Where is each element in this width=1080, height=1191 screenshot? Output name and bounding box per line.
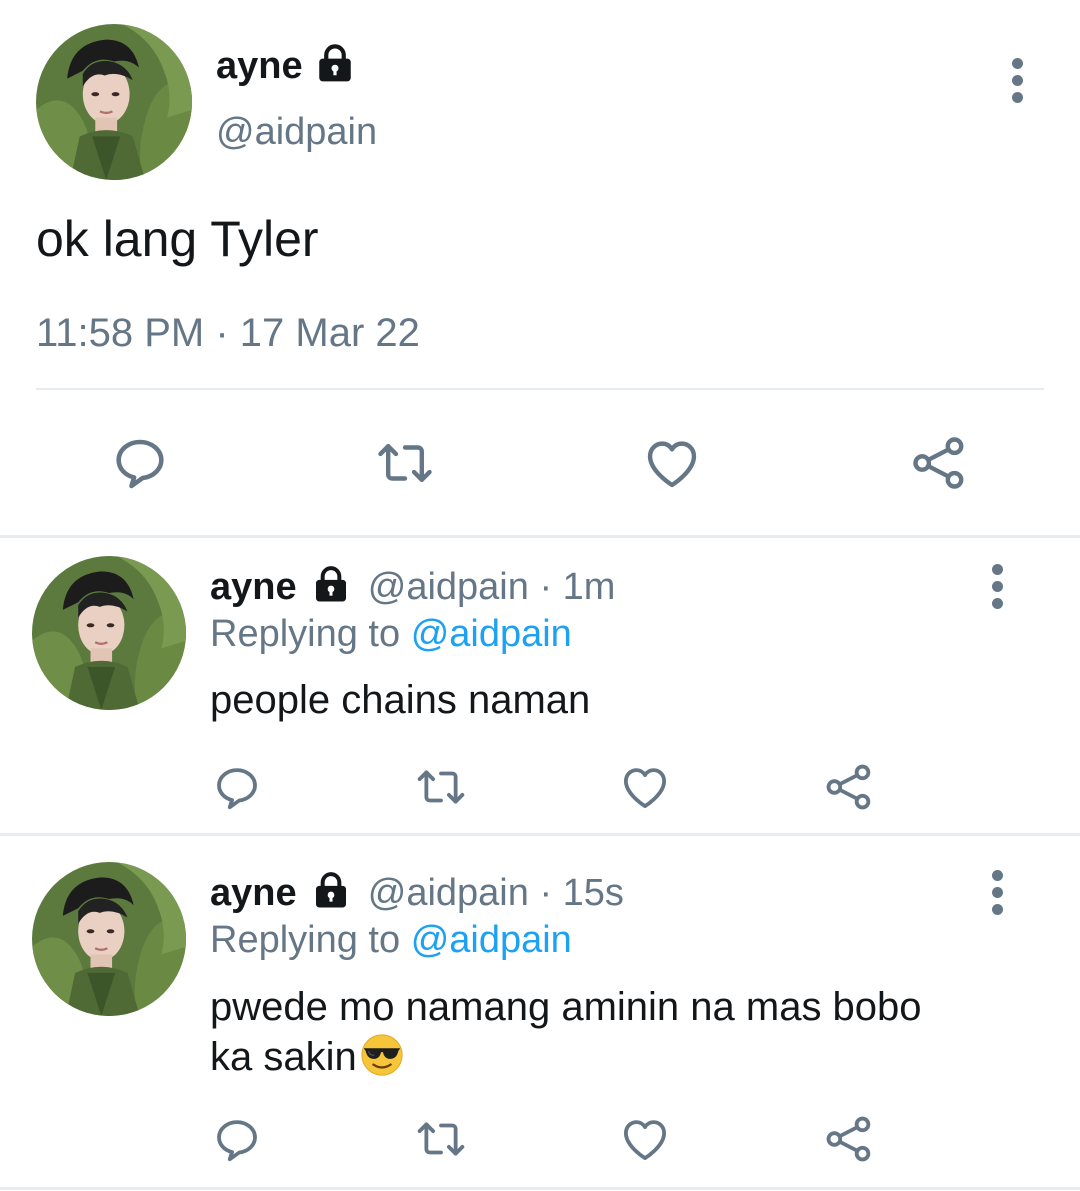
reply-text-line-2: ka sakin bbox=[210, 1032, 1030, 1082]
avatar[interactable] bbox=[36, 24, 192, 180]
reply-icon[interactable] bbox=[210, 760, 264, 814]
reply-header: ayne @aidpain · 1m bbox=[210, 564, 615, 609]
replying-to-link[interactable]: @aidpain bbox=[411, 613, 572, 655]
relative-time[interactable]: · 15s bbox=[539, 872, 623, 914]
more-options-icon[interactable] bbox=[992, 870, 1004, 921]
timestamp[interactable]: 11:58 PM · 17 Mar 22 bbox=[36, 310, 420, 356]
display-name[interactable]: ayne bbox=[210, 872, 297, 914]
avatar[interactable] bbox=[32, 556, 186, 710]
reply-text: pwede mo namang aminin na mas bobo ka sa… bbox=[210, 982, 1030, 1082]
replying-to-label: Replying to bbox=[210, 613, 401, 655]
more-options-icon[interactable] bbox=[992, 564, 1004, 615]
retweet-icon[interactable] bbox=[372, 432, 438, 494]
retweet-icon[interactable] bbox=[412, 760, 470, 814]
reply-text-line: pwede mo namang aminin na mas bobo bbox=[210, 985, 922, 1029]
reply-header: ayne @aidpain · 15s bbox=[210, 870, 624, 915]
reply-icon[interactable] bbox=[210, 1112, 264, 1166]
handle[interactable]: @aidpain bbox=[216, 110, 377, 154]
relative-time[interactable]: · 1m bbox=[539, 566, 615, 608]
replying-to-line: Replying to @aidpain bbox=[210, 918, 572, 962]
divider bbox=[0, 535, 1080, 538]
tweet-text: ok lang Tyler bbox=[36, 211, 319, 267]
reply-text-tail: ka sakin bbox=[210, 1035, 357, 1079]
like-icon[interactable] bbox=[618, 760, 672, 814]
replying-to-line: Replying to @aidpain bbox=[210, 612, 572, 656]
display-name[interactable]: ayne bbox=[216, 44, 303, 88]
replying-to-link[interactable]: @aidpain bbox=[411, 919, 572, 961]
share-icon[interactable] bbox=[822, 1112, 876, 1166]
divider bbox=[0, 833, 1080, 836]
display-name[interactable]: ayne bbox=[210, 566, 297, 608]
share-icon[interactable] bbox=[822, 760, 876, 814]
reply-text: people chains naman bbox=[210, 678, 591, 722]
lock-icon bbox=[311, 564, 351, 604]
reply-icon[interactable] bbox=[108, 430, 172, 494]
retweet-icon[interactable] bbox=[412, 1112, 470, 1166]
like-icon[interactable] bbox=[618, 1112, 672, 1166]
divider bbox=[0, 1187, 1080, 1190]
replying-to-label: Replying to bbox=[210, 919, 401, 961]
share-icon[interactable] bbox=[908, 432, 970, 494]
handle[interactable]: @aidpain bbox=[368, 872, 529, 914]
more-options-icon[interactable] bbox=[1012, 58, 1024, 109]
handle[interactable]: @aidpain bbox=[368, 566, 529, 608]
sunglasses-emoji-icon bbox=[359, 1032, 405, 1078]
like-icon[interactable] bbox=[640, 432, 704, 494]
lock-icon bbox=[311, 870, 351, 910]
avatar[interactable] bbox=[32, 862, 186, 1016]
lock-icon bbox=[314, 42, 356, 84]
divider bbox=[36, 388, 1044, 390]
